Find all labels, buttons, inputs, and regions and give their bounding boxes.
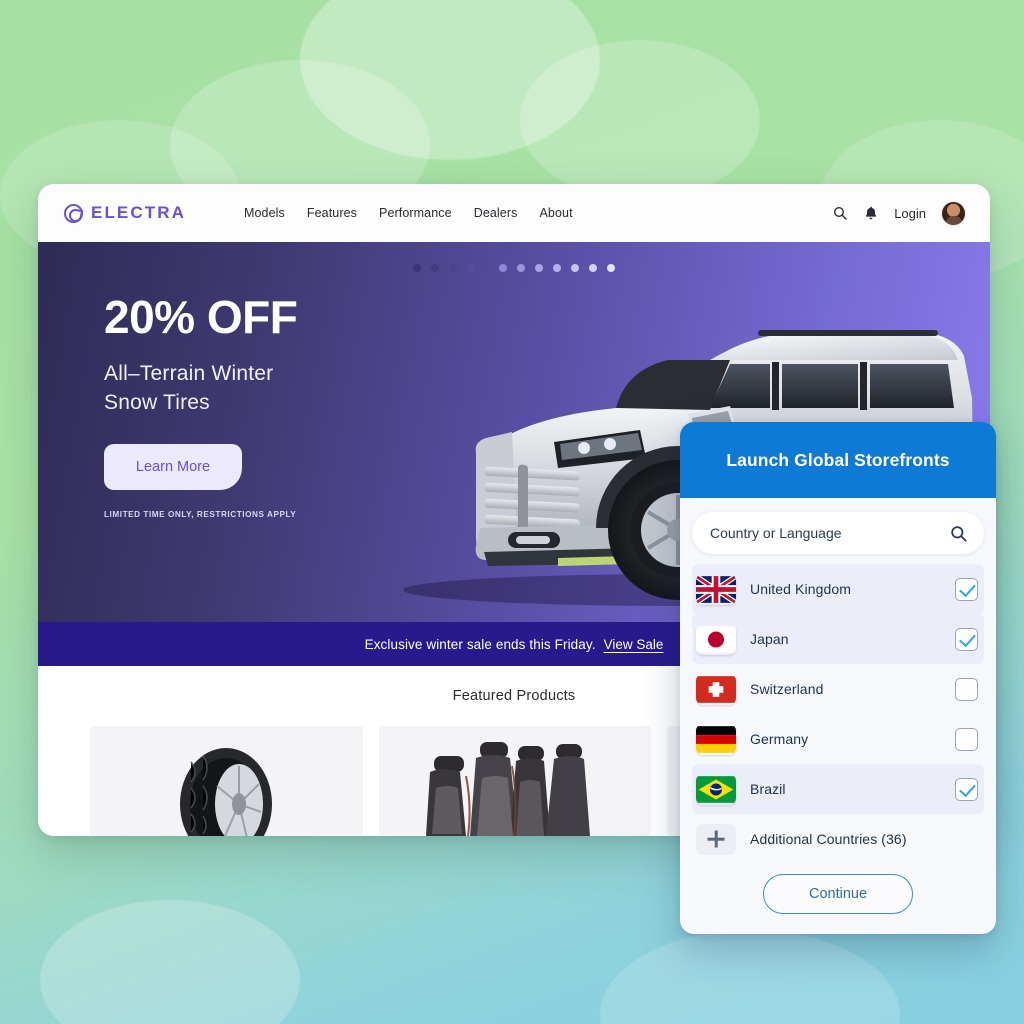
dialog-title: Launch Global Storefronts [726,449,950,470]
flag-japan-icon [696,624,736,655]
product-card-winter-tire[interactable] [90,726,363,836]
country-name: Germany [750,731,809,747]
country-checkbox-united-kingdom[interactable] [955,577,978,601]
nav-actions: Login [832,200,966,226]
cloud-decor [40,900,300,1024]
avatar[interactable] [941,200,966,226]
country-search-input[interactable] [710,525,949,541]
carousel-dot[interactable] [413,264,421,272]
site-navbar: ELECTRA Models Features Performance Deal… [38,184,990,242]
search-icon[interactable] [832,205,848,221]
country-checkbox-germany[interactable] [955,727,978,751]
cloud-decor [520,40,760,200]
dialog-header: Launch Global Storefronts [680,422,996,498]
country-row-switzerland[interactable]: Switzerland [692,664,984,714]
brand-logo[interactable]: ELECTRA [64,203,186,223]
hero-headline: 20% OFF [104,291,298,343]
page-backdrop: ELECTRA Models Features Performance Deal… [0,0,1024,1024]
product-card-car-seats[interactable] [378,726,652,836]
country-row-germany[interactable]: Germany [692,714,984,764]
country-name: Switzerland [750,681,824,697]
country-name: Japan [750,631,789,647]
carousel-dot[interactable] [467,264,475,272]
carousel-dot[interactable] [589,264,597,272]
additional-countries-label: Additional Countries (36) [750,831,907,847]
plus-icon [696,823,736,855]
country-name: Brazil [750,781,786,797]
nav-link-models[interactable]: Models [244,206,285,220]
carousel-dot[interactable] [553,264,561,272]
country-list: United Kingdom Japan Switzerland Germany… [692,564,984,864]
country-checkbox-brazil[interactable] [955,777,978,801]
country-row-japan[interactable]: Japan [692,614,984,664]
hero-fineprint: LIMITED TIME ONLY, RESTRICTIONS APPLY [104,509,297,519]
hero-copy: 20% OFF All–Terrain Winter Snow Tires Le… [104,294,484,519]
view-sale-link[interactable]: View Sale [604,637,664,652]
flag-united-kingdom-icon [696,573,736,605]
carousel-dot[interactable] [431,264,439,272]
nav-links: Models Features Performance Dealers Abou… [244,206,573,220]
country-name: United Kingdom [750,581,852,597]
login-button[interactable]: Login [894,206,926,221]
nav-link-dealers[interactable]: Dealers [474,206,518,220]
continue-button[interactable]: Continue [763,874,913,914]
carousel-dot[interactable] [449,264,457,272]
flag-brazil-icon [696,774,736,805]
electra-logo-icon [64,203,83,223]
hero-subhead-line2: Snow Tires [104,390,210,414]
nav-link-performance[interactable]: Performance [379,206,452,220]
brand-name: ELECTRA [91,203,186,222]
carousel-dot[interactable] [535,264,543,272]
announcement-text: Exclusive winter sale ends this Friday. [364,636,596,652]
dialog-footer: Continue [692,864,984,934]
country-checkbox-japan[interactable] [955,627,978,651]
flag-switzerland-icon [696,674,736,705]
search-icon[interactable] [949,524,968,543]
winter-tire-image [180,748,273,836]
flag-germany-icon [696,724,736,755]
carousel-dot[interactable] [571,264,579,272]
hero-subhead-line1: All–Terrain Winter [104,362,274,385]
nav-link-features[interactable]: Features [307,206,357,220]
dialog-body: United Kingdom Japan [680,498,996,934]
carousel-dot[interactable] [499,264,507,272]
country-row-brazil[interactable]: Brazil [692,764,984,814]
carousel-dots [413,264,615,272]
learn-more-button[interactable]: Learn More [104,443,242,490]
car-seats-image [426,742,590,836]
hero-subhead: All–Terrain Winter Snow Tires [104,360,484,418]
carousel-dot[interactable] [517,264,525,272]
country-checkbox-switzerland[interactable] [955,677,978,701]
carousel-dot[interactable] [607,264,615,272]
global-storefronts-dialog: Launch Global Storefronts Country or Lan… [680,422,996,934]
cloud-decor [600,930,900,1024]
bell-icon[interactable] [863,205,879,221]
nav-link-about[interactable]: About [539,206,572,220]
additional-countries-row[interactable]: Additional Countries (36) [692,814,984,864]
country-search-field[interactable] [692,512,984,554]
country-row-united-kingdom[interactable]: United Kingdom [692,564,984,614]
